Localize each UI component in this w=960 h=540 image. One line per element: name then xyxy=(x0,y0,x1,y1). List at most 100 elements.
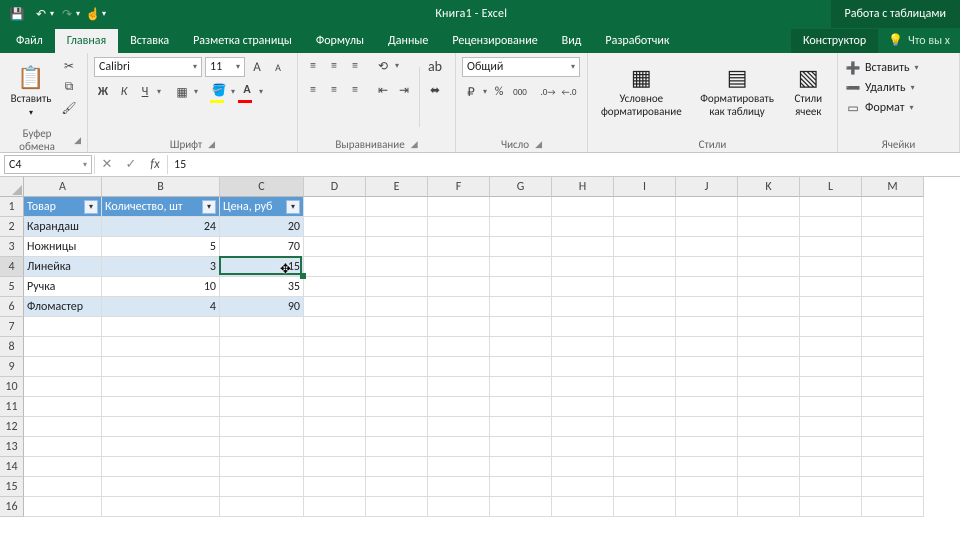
cell-J12[interactable] xyxy=(676,417,738,437)
cell-E14[interactable] xyxy=(366,457,428,477)
cell-B6[interactable]: 4 xyxy=(102,297,220,317)
cell-D16[interactable] xyxy=(304,497,366,517)
cell-I14[interactable] xyxy=(614,457,676,477)
tab-рецензирование[interactable]: Рецензирование xyxy=(440,29,549,53)
format-painter-icon[interactable]: 🖌 xyxy=(60,99,78,117)
cell-L12[interactable] xyxy=(800,417,862,437)
cell-C3[interactable]: 70 xyxy=(220,237,304,257)
cell-I6[interactable] xyxy=(614,297,676,317)
cell-A14[interactable] xyxy=(24,457,102,477)
cell-A16[interactable] xyxy=(24,497,102,517)
cell-H8[interactable] xyxy=(552,337,614,357)
cell-C4[interactable]: 15 xyxy=(220,257,304,277)
cell-C9[interactable] xyxy=(220,357,304,377)
cell-G7[interactable] xyxy=(490,317,552,337)
cell-J5[interactable] xyxy=(676,277,738,297)
cell-D12[interactable] xyxy=(304,417,366,437)
cell-C1[interactable]: Цена, руб▾ xyxy=(220,197,304,217)
cell-H3[interactable] xyxy=(552,237,614,257)
filter-button-A[interactable]: ▾ xyxy=(84,200,98,214)
cancel-formula-icon[interactable]: ✕ xyxy=(95,157,119,172)
cell-G9[interactable] xyxy=(490,357,552,377)
cell-G10[interactable] xyxy=(490,377,552,397)
cell-E3[interactable] xyxy=(366,237,428,257)
cell-J2[interactable] xyxy=(676,217,738,237)
cell-J10[interactable] xyxy=(676,377,738,397)
cell-E2[interactable] xyxy=(366,217,428,237)
cell-E12[interactable] xyxy=(366,417,428,437)
filter-button-C[interactable]: ▾ xyxy=(286,200,300,214)
tab-формулы[interactable]: Формулы xyxy=(304,29,376,53)
cell-G16[interactable] xyxy=(490,497,552,517)
decrease-indent-icon[interactable]: ⇤ xyxy=(374,81,392,99)
bold-button[interactable]: Ж xyxy=(94,83,112,101)
cell-A6[interactable]: Фломастер xyxy=(24,297,102,317)
cell-J1[interactable] xyxy=(676,197,738,217)
increase-decimal-icon[interactable]: .0→ xyxy=(539,83,557,101)
cell-F10[interactable] xyxy=(428,377,490,397)
cell-G13[interactable] xyxy=(490,437,552,457)
cell-K7[interactable] xyxy=(738,317,800,337)
cell-M5[interactable] xyxy=(862,277,924,297)
increase-indent-icon[interactable]: ⇥ xyxy=(395,81,413,99)
cell-K14[interactable] xyxy=(738,457,800,477)
row-header-9[interactable]: 9 xyxy=(0,357,24,377)
col-header-C[interactable]: C xyxy=(220,177,304,197)
cell-A13[interactable] xyxy=(24,437,102,457)
tab-вставка[interactable]: Вставка xyxy=(118,29,181,53)
cell-E6[interactable] xyxy=(366,297,428,317)
italic-button[interactable]: К xyxy=(115,83,133,101)
cell-M9[interactable] xyxy=(862,357,924,377)
increase-font-icon[interactable]: A xyxy=(248,58,266,76)
number-dialog-launcher-icon[interactable]: ◢ xyxy=(535,139,542,150)
cell-A7[interactable] xyxy=(24,317,102,337)
cell-G6[interactable] xyxy=(490,297,552,317)
cell-J3[interactable] xyxy=(676,237,738,257)
cell-I9[interactable] xyxy=(614,357,676,377)
cell-K9[interactable] xyxy=(738,357,800,377)
cell-G11[interactable] xyxy=(490,397,552,417)
cell-styles-button[interactable]: ▧ Стили ячеек xyxy=(786,57,831,125)
worksheet-grid[interactable]: 12345678910111213141516 ABCDEFGHIJKLM То… xyxy=(0,177,960,540)
cell-D2[interactable] xyxy=(304,217,366,237)
cell-J11[interactable] xyxy=(676,397,738,417)
paste-button[interactable]: 📋 Вставить ▾ xyxy=(6,57,56,125)
cell-A8[interactable] xyxy=(24,337,102,357)
cell-L16[interactable] xyxy=(800,497,862,517)
cell-B1[interactable]: Количество, шт▾ xyxy=(102,197,220,217)
cell-M16[interactable] xyxy=(862,497,924,517)
cell-A3[interactable]: Ножницы xyxy=(24,237,102,257)
col-header-H[interactable]: H xyxy=(552,177,614,197)
cell-B11[interactable] xyxy=(102,397,220,417)
cell-B5[interactable]: 10 xyxy=(102,277,220,297)
cell-M6[interactable] xyxy=(862,297,924,317)
cell-L8[interactable] xyxy=(800,337,862,357)
cell-B4[interactable]: 3 xyxy=(102,257,220,277)
cell-G1[interactable] xyxy=(490,197,552,217)
borders-button[interactable]: ▦ xyxy=(173,83,191,101)
cell-I4[interactable] xyxy=(614,257,676,277)
cell-K4[interactable] xyxy=(738,257,800,277)
percent-format-icon[interactable]: % xyxy=(490,83,508,101)
cell-B8[interactable] xyxy=(102,337,220,357)
cell-B15[interactable] xyxy=(102,477,220,497)
cell-C13[interactable] xyxy=(220,437,304,457)
cell-D6[interactable] xyxy=(304,297,366,317)
cell-K12[interactable] xyxy=(738,417,800,437)
cell-M7[interactable] xyxy=(862,317,924,337)
cell-F11[interactable] xyxy=(428,397,490,417)
cell-K11[interactable] xyxy=(738,397,800,417)
cell-C6[interactable]: 90 xyxy=(220,297,304,317)
cell-G8[interactable] xyxy=(490,337,552,357)
cell-J7[interactable] xyxy=(676,317,738,337)
cell-A2[interactable]: Карандаш xyxy=(24,217,102,237)
insert-cells-button[interactable]: ➕Вставить▾ xyxy=(844,59,919,77)
cell-F8[interactable] xyxy=(428,337,490,357)
cell-J8[interactable] xyxy=(676,337,738,357)
col-header-M[interactable]: M xyxy=(862,177,924,197)
col-header-A[interactable]: A xyxy=(24,177,102,197)
cell-F12[interactable] xyxy=(428,417,490,437)
cell-M2[interactable] xyxy=(862,217,924,237)
col-header-K[interactable]: K xyxy=(738,177,800,197)
cell-D15[interactable] xyxy=(304,477,366,497)
